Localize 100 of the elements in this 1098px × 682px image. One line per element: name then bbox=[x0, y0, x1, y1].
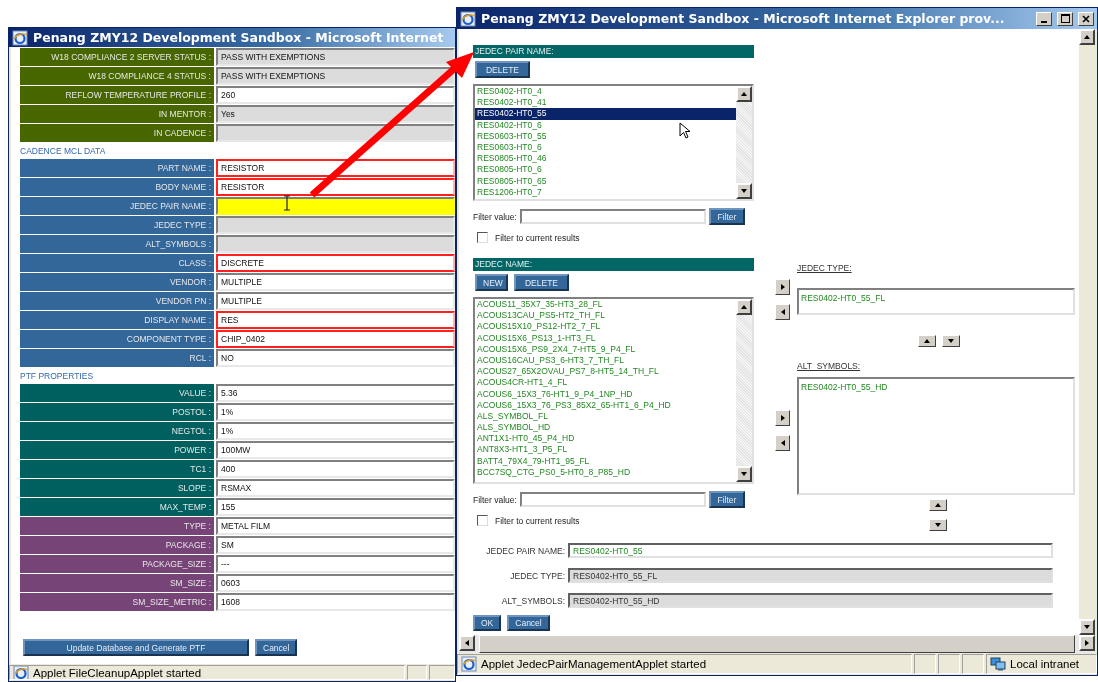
list-item[interactable]: ACOUS16CAU_PS3_6-HT3_7_TH_FL bbox=[475, 354, 736, 367]
list-item[interactable]: RES0402-HT0_41 bbox=[475, 97, 736, 109]
list-item[interactable]: RES0603-HT0_6 bbox=[475, 141, 736, 154]
text-field[interactable]: RES bbox=[216, 311, 455, 329]
list-item[interactable]: BATT4_79X4_79-HT1_95_FL bbox=[475, 455, 736, 467]
list-item[interactable]: RES0805-HT0_65 bbox=[475, 175, 736, 187]
list-item[interactable]: RES0603-HT0_55 bbox=[475, 130, 736, 142]
text-field[interactable] bbox=[216, 197, 455, 215]
filter-field[interactable] bbox=[519, 492, 706, 507]
list-item[interactable]: ACOUS15X6_PS9_2X4_7-HT5_9_P4_FL bbox=[475, 343, 736, 355]
maximize-button[interactable] bbox=[1057, 11, 1073, 26]
move-left-button[interactable] bbox=[775, 304, 790, 320]
list-item[interactable]: ACOUS13CAU_PS5-HT2_TH_FL bbox=[475, 310, 736, 322]
text-field[interactable]: RESISTOR bbox=[216, 178, 455, 196]
text-field[interactable]: CHIP_0402 bbox=[216, 330, 455, 348]
list-box[interactable] bbox=[473, 297, 754, 484]
text-field[interactable]: 155 bbox=[216, 498, 455, 516]
text-field[interactable]: MULTIPLE bbox=[216, 292, 455, 310]
list-item[interactable]: RES0402-HT0_55_HD bbox=[801, 382, 1071, 392]
update-button[interactable]: Update Database and Generate PTF bbox=[23, 639, 249, 656]
action-button[interactable]: DELETE bbox=[475, 61, 530, 78]
text-field[interactable]: METAL FILM bbox=[216, 517, 455, 535]
list-item[interactable]: ACOUS15X6_PS13_1-HT3_FL bbox=[475, 332, 736, 344]
list-item[interactable]: ALS_SYMBOL_FL bbox=[475, 410, 736, 423]
list-item[interactable]: ACOUS15X10_PS12-HT2_7_FL bbox=[475, 321, 736, 333]
list-item[interactable]: ACOUS6_15X3_76_PS3_85X2_65-HT1_6_P4_HD bbox=[475, 399, 736, 411]
scroll-left-button[interactable] bbox=[459, 635, 475, 651]
scrollbar[interactable] bbox=[736, 86, 752, 199]
minimize-button[interactable] bbox=[1036, 11, 1052, 26]
list-item[interactable]: RES0805-HT0_46 bbox=[475, 153, 736, 165]
text-field[interactable]: --- bbox=[216, 555, 455, 573]
text-field[interactable]: Yes bbox=[216, 105, 455, 123]
list-item[interactable]: ACOUS6_15X3_76-HT1_9_P4_1NP_HD bbox=[475, 388, 736, 400]
text-field[interactable]: NO bbox=[216, 349, 455, 367]
list-item[interactable]: ACOUS11_35X7_35-HT3_28_FL bbox=[475, 299, 736, 311]
move-up-button[interactable] bbox=[929, 499, 947, 511]
move-up-button[interactable] bbox=[918, 335, 936, 347]
checkbox[interactable] bbox=[477, 232, 488, 243]
close-button[interactable] bbox=[1078, 11, 1094, 26]
move-down-button[interactable] bbox=[929, 519, 947, 531]
text-field[interactable]: 260 bbox=[216, 86, 455, 104]
scroll-up-button[interactable] bbox=[736, 299, 752, 315]
checkbox[interactable] bbox=[477, 515, 488, 526]
list-item[interactable]: ACOUS4CR-HT1_4_FL bbox=[475, 377, 736, 389]
filter-field[interactable] bbox=[519, 209, 706, 224]
list-item[interactable]: BCC7SQ_CTG_PS0_5-HT0_8_P85_HD bbox=[475, 466, 736, 478]
field-label: JEDEC PAIR NAME : bbox=[20, 197, 214, 215]
text-field[interactable]: 100MW bbox=[216, 441, 455, 459]
list-item[interactable]: RES1206-HT0_7 bbox=[475, 186, 736, 198]
filter-button[interactable]: Filter bbox=[708, 208, 745, 225]
move-down-button[interactable] bbox=[942, 335, 960, 347]
scroll-down-button[interactable] bbox=[1079, 619, 1095, 635]
list-box[interactable]: RES0402-HT0_4 RES0402-HT0_41 RES0402-HT0_55 RES0402-HT0_6 RES0603-HT0_55 RES0603-HT0_6 RES0805-HT0_46 RES0805-HT0_6 RES0805-HT0_65 RES1206-HT0_7 bbox=[473, 84, 754, 201]
list-item[interactable]: RES0805-HT0_6 bbox=[475, 164, 736, 176]
move-right-button[interactable] bbox=[775, 279, 790, 295]
text-field[interactable]: DISCRETE bbox=[216, 254, 455, 272]
text-field[interactable]: 1% bbox=[216, 422, 455, 440]
scrollbar[interactable] bbox=[736, 299, 752, 482]
list-item[interactable]: ANT1X1-HT0_45_P4_HD bbox=[475, 433, 736, 445]
text-field[interactable]: RESISTOR bbox=[216, 159, 455, 177]
move-right-button[interactable] bbox=[775, 410, 790, 426]
text-field[interactable]: SM bbox=[216, 536, 455, 554]
text-field[interactable] bbox=[216, 216, 455, 234]
text-field[interactable]: RES0402-HT0_55_FL bbox=[568, 568, 1053, 583]
action-button[interactable]: DELETE bbox=[514, 274, 569, 291]
text-field[interactable]: RES0402-HT0_55 bbox=[568, 543, 1053, 558]
filter-button[interactable]: Filter bbox=[708, 491, 745, 508]
list-item[interactable]: RES0402-HT0_55 bbox=[475, 108, 736, 120]
text-field[interactable]: MULTIPLE bbox=[216, 273, 455, 291]
text-field[interactable]: 0603 bbox=[216, 574, 455, 592]
text-field[interactable] bbox=[216, 235, 455, 253]
list-item[interactable]: ANT8X3-HT1_3_P5_FL bbox=[475, 444, 736, 456]
list-item[interactable]: ALS_SYMBOL_HD bbox=[475, 422, 736, 434]
cancel-button[interactable]: Cancel bbox=[255, 639, 297, 656]
cancel-button[interactable]: Cancel bbox=[507, 615, 550, 631]
text-field[interactable]: RSMAX bbox=[216, 479, 455, 497]
scroll-down-button[interactable] bbox=[736, 466, 752, 482]
list-item[interactable]: RES0402-HT0_4 bbox=[475, 86, 736, 98]
action-button[interactable]: NEW bbox=[475, 274, 508, 291]
move-left-button[interactable] bbox=[775, 435, 790, 451]
ok-button[interactable]: OK bbox=[473, 615, 502, 631]
text-field[interactable]: 400 bbox=[216, 460, 455, 478]
list-item[interactable]: RES0402-HT0_55_FL bbox=[801, 293, 1071, 303]
scroll-right-button[interactable] bbox=[1079, 635, 1095, 651]
scroll-down-button[interactable] bbox=[736, 183, 752, 199]
jedec-type-list[interactable]: RES0402-HT0_55_FL bbox=[797, 288, 1075, 315]
list-item[interactable]: RES0402-HT0_6 bbox=[475, 119, 736, 131]
text-field[interactable]: PASS WITH EXEMPTIONS bbox=[216, 67, 455, 85]
text-field[interactable] bbox=[216, 124, 455, 142]
alt-symbols-list[interactable]: RES0402-HT0_55_HD bbox=[797, 377, 1075, 495]
status-text: Applet JedecPairManagementApplet started bbox=[481, 658, 707, 670]
text-field[interactable]: PASS WITH EXEMPTIONS bbox=[216, 48, 455, 66]
text-field[interactable]: 1% bbox=[216, 403, 455, 421]
list-item[interactable]: ACOUS27_65X2OVAU_PS7_8-HT5_14_TH_FL bbox=[475, 366, 736, 378]
text-field[interactable]: RES0402-HT0_55_HD bbox=[568, 593, 1053, 608]
scroll-up-button[interactable] bbox=[736, 86, 752, 102]
text-field[interactable]: 5.36 bbox=[216, 384, 455, 402]
text-field[interactable]: 1608 bbox=[216, 593, 455, 611]
scroll-up-button[interactable] bbox=[1079, 29, 1095, 45]
scrollbar[interactable] bbox=[1079, 29, 1095, 635]
